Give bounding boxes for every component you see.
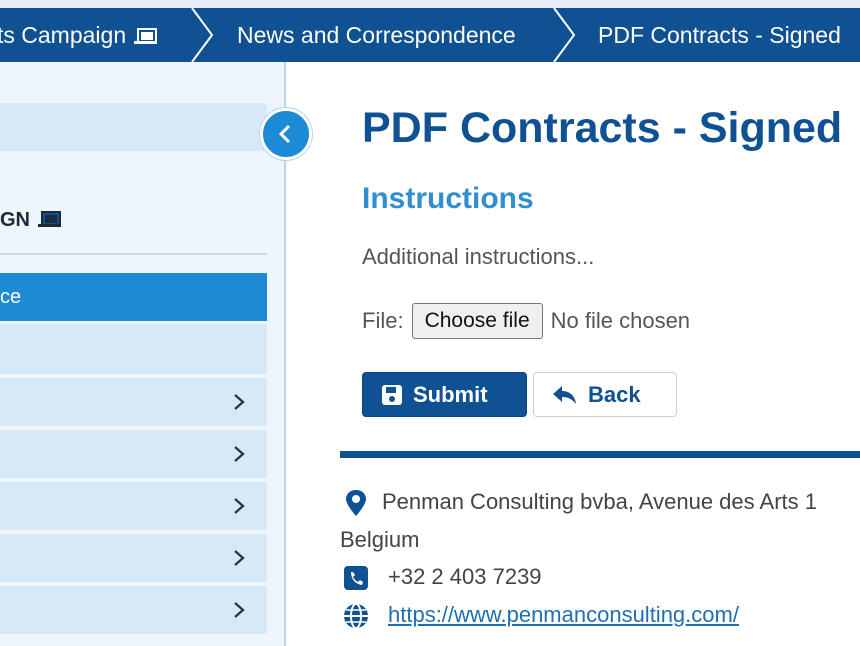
back-label: Back	[588, 381, 641, 407]
address-line-1: Penman Consulting bvba, Avenue des Arts …	[382, 489, 817, 514]
chevron-right-icon	[234, 602, 245, 618]
contact-phone: +32 2 403 7239	[340, 564, 542, 590]
breadcrumb-separator-icon	[553, 8, 576, 62]
address-line-2: Belgium	[340, 527, 420, 552]
breadcrumb-separator-icon	[191, 8, 214, 62]
sidebar-divider	[0, 253, 267, 255]
breadcrumb-item-campaign[interactable]: ts Campaign	[0, 8, 158, 62]
sidebar-item[interactable]	[0, 430, 267, 478]
sidebar-item-active[interactable]: ce	[0, 273, 267, 321]
phone-square-icon	[344, 566, 368, 590]
breadcrumb-item-label: PDF Contracts - Signed	[598, 22, 841, 48]
breadcrumb-item-label: News and Correspondence	[237, 22, 516, 48]
breadcrumb-item-news[interactable]: News and Correspondence	[237, 8, 516, 62]
contact-address-country: Belgium	[340, 527, 419, 553]
chevron-right-icon	[234, 550, 245, 566]
sidebar: GN ce	[0, 62, 286, 646]
map-marker-icon	[346, 490, 366, 516]
file-label: File:	[362, 308, 404, 333]
choose-file-button[interactable]: Choose file	[411, 303, 543, 339]
instructions-text: Additional instructions...	[362, 244, 595, 269]
chevron-right-icon	[234, 446, 245, 462]
submit-label: Submit	[413, 381, 488, 407]
sidebar-item-blank[interactable]	[0, 324, 267, 374]
sidebar-item[interactable]	[0, 586, 267, 634]
chevron-right-icon	[234, 498, 245, 514]
sidebar-campaign-label[interactable]: GN	[0, 209, 62, 232]
breadcrumb-item-label: ts Campaign	[0, 22, 127, 48]
chevron-left-icon	[278, 124, 291, 144]
section-heading-instructions: Instructions	[362, 182, 534, 215]
sidebar-item[interactable]	[0, 534, 267, 582]
file-upload-row: File: Choose file No file chosen	[362, 303, 690, 339]
laptop-icon	[134, 28, 158, 44]
sidebar-campaign-text: GN	[0, 209, 30, 231]
sidebar-item-label: ce	[0, 286, 22, 308]
breadcrumb-top-strip	[0, 0, 860, 8]
sidebar-item[interactable]	[0, 378, 267, 426]
sidebar-item[interactable]	[0, 482, 267, 530]
floppy-disk-icon	[382, 384, 402, 405]
breadcrumb: ts Campaign News and Correspondence PDF …	[0, 0, 860, 62]
globe-icon	[344, 603, 368, 629]
page-title: PDF Contracts - Signed	[362, 104, 843, 152]
chevron-right-icon	[234, 394, 245, 410]
back-button[interactable]: Back	[533, 372, 677, 417]
laptop-icon	[38, 211, 62, 227]
reply-arrow-icon	[553, 385, 576, 404]
content-divider	[340, 451, 860, 458]
sidebar-header-block[interactable]	[0, 103, 267, 151]
contact-website: https://www.penmanconsulting.com/	[340, 602, 739, 629]
breadcrumb-item-current[interactable]: PDF Contracts - Signed	[598, 8, 841, 62]
sidebar-collapse-button[interactable]	[260, 108, 312, 160]
submit-button[interactable]: Submit	[362, 372, 527, 417]
phone-number: +32 2 403 7239	[388, 564, 542, 589]
website-link[interactable]: https://www.penmanconsulting.com/	[388, 602, 739, 627]
file-status-text: No file chosen	[550, 308, 691, 333]
contact-address: Penman Consulting bvba, Avenue des Arts …	[340, 489, 817, 516]
